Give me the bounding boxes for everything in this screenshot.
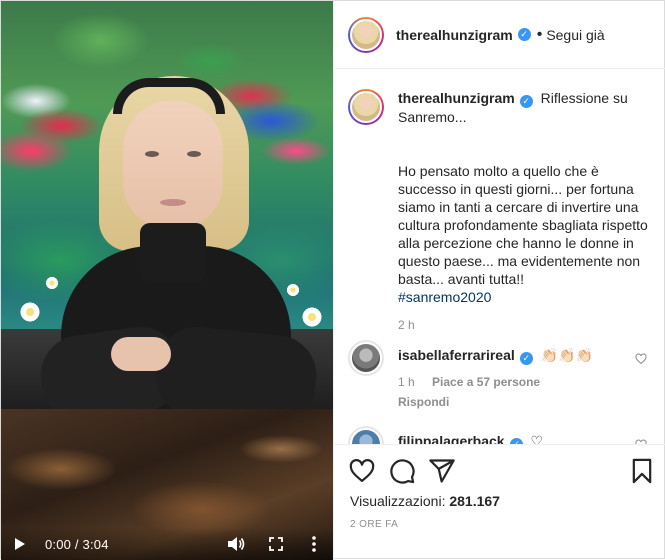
avatar[interactable] [348, 340, 384, 376]
fullscreen-icon[interactable] [265, 533, 287, 555]
comment-text: 👏🏻👏🏻👏🏻 [540, 347, 593, 363]
video-player[interactable]: 0:00 / 3:04 [1, 1, 333, 560]
post-modal: 0:00 / 3:04 therealhunzigram ✓ • Segui g… [0, 0, 665, 560]
comment-time: 1 h [398, 375, 415, 389]
hashtag-link[interactable]: #sanremo2020 [398, 289, 491, 305]
views-label: Visualizzazioni: [350, 493, 446, 509]
post-actions: Visualizzazioni: 281.167 2 ORE FA [334, 444, 665, 560]
following-button[interactable]: Segui già [546, 27, 604, 43]
comment-item: isabellaferrarireal ✓ 👏🏻👏🏻👏🏻 1 h Piace a … [348, 340, 648, 411]
comment-item: filippalagerback ✓ ♡ [348, 426, 648, 444]
video-controls: 0:00 / 3:04 [1, 528, 333, 560]
person-face [123, 101, 223, 229]
caption-body: Ho pensato molto a quello che è successo… [398, 163, 648, 287]
heart-icon[interactable] [635, 353, 647, 365]
comment-username[interactable]: filippalagerback [398, 433, 505, 444]
avatar[interactable] [348, 89, 384, 125]
share-icon[interactable] [428, 457, 456, 485]
post-header: therealhunzigram ✓ • Segui già [334, 1, 665, 69]
comment-text: ♡ [530, 433, 544, 444]
header-username[interactable]: therealhunzigram [396, 27, 513, 43]
avatar[interactable] [348, 16, 384, 53]
volume-icon[interactable] [225, 533, 247, 555]
comment-icon[interactable] [388, 457, 416, 485]
comment-username[interactable]: isabellaferrarireal [398, 347, 515, 363]
video-time: 0:00 / 3:04 [45, 536, 109, 552]
views-count[interactable]: Visualizzazioni: 281.167 [350, 493, 500, 509]
like-heart-icon[interactable] [348, 457, 376, 485]
more-vertical-icon[interactable] [303, 533, 325, 555]
caption-item: therealhunzigram ✓ Riflessione su Sanremo… [348, 89, 648, 334]
avatar[interactable] [348, 426, 384, 444]
verified-badge-icon: ✓ [519, 352, 533, 365]
verified-badge-icon: ✓ [517, 28, 531, 41]
play-icon[interactable] [9, 533, 31, 555]
bookmark-icon[interactable] [628, 457, 656, 485]
post-date: 2 ORE FA [350, 519, 399, 530]
separator-dot: • [536, 25, 543, 43]
caption-username[interactable]: therealhunzigram [398, 90, 515, 106]
comments-list[interactable]: therealhunzigram ✓ Riflessione su Sanremo… [334, 69, 665, 444]
comment-likes[interactable]: Piace a 57 persone [432, 375, 540, 389]
post-details-panel: therealhunzigram ✓ • Segui già therealhu… [333, 1, 665, 560]
caption-time: 2 h [398, 318, 415, 332]
verified-badge-icon: ✓ [519, 95, 533, 108]
reply-button[interactable]: Rispondi [398, 395, 449, 409]
views-value: 281.167 [449, 493, 500, 509]
